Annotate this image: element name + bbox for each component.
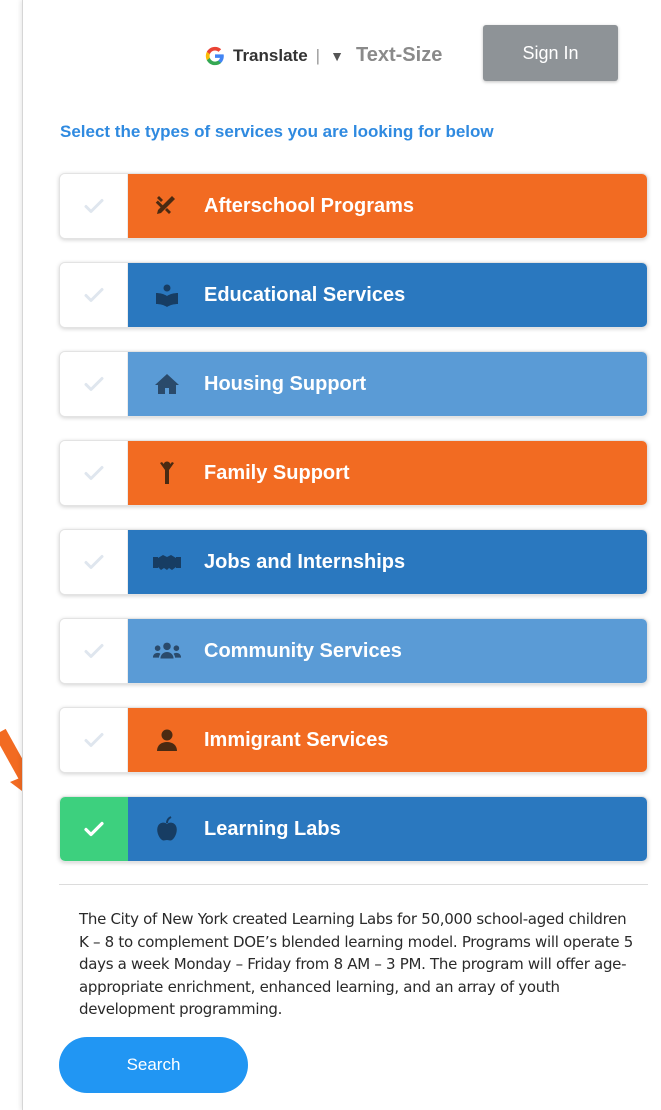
check-icon [84, 821, 104, 837]
service-label-area[interactable]: Educational Services [128, 263, 647, 327]
service-description: The City of New York created Learning La… [79, 910, 634, 1018]
check-icon [84, 288, 103, 302]
service-option-jobs-and-internships[interactable]: Jobs and Internships [59, 529, 648, 595]
reader-icon [152, 280, 182, 310]
check-icon [84, 644, 103, 658]
check-icon [84, 199, 103, 213]
service-option-immigrant-services[interactable]: Immigrant Services [59, 707, 648, 773]
service-checkbox[interactable] [60, 174, 128, 238]
service-label-area[interactable]: Afterschool Programs [128, 174, 647, 238]
check-icon [84, 377, 103, 391]
services-prompt: Select the types of services you are loo… [60, 122, 494, 141]
service-label-area[interactable]: Jobs and Internships [128, 530, 647, 594]
pencil-ruler-icon [152, 191, 182, 221]
service-option-community-services[interactable]: Community Services [59, 618, 648, 684]
handshake-icon [152, 547, 182, 577]
header: Translate | ▼ Text-Size Sign In [23, 0, 661, 100]
service-checkbox[interactable] [60, 619, 128, 683]
service-label: Family Support [204, 461, 350, 484]
service-option-family-support[interactable]: Family Support [59, 440, 648, 506]
service-label-area[interactable]: Housing Support [128, 352, 647, 416]
service-label: Housing Support [204, 372, 367, 395]
service-checkbox[interactable] [60, 797, 128, 861]
service-option-housing-support[interactable]: Housing Support [59, 351, 648, 417]
service-option-learning-labs[interactable]: Learning Labs [59, 796, 648, 862]
service-label-area[interactable]: Learning Labs [128, 797, 647, 861]
service-option-afterschool-programs[interactable]: Afterschool Programs [59, 173, 648, 239]
users-icon [152, 636, 182, 666]
service-label-area[interactable]: Community Services [128, 619, 647, 683]
service-label: Immigrant Services [204, 728, 389, 751]
service-label: Educational Services [204, 283, 406, 306]
services-list: Afterschool Programs Educational Service… [59, 173, 648, 885]
service-label: Afterschool Programs [204, 194, 415, 217]
service-label-area[interactable]: Immigrant Services [128, 708, 647, 772]
search-button[interactable]: Search [59, 1037, 248, 1093]
service-label-area[interactable]: Family Support [128, 441, 647, 505]
apple-icon [152, 814, 182, 844]
text-size-control[interactable]: Text-Size [356, 44, 442, 67]
translate-separator: | [315, 46, 321, 65]
user-icon [152, 725, 182, 755]
service-checkbox[interactable] [60, 441, 128, 505]
check-icon [84, 466, 103, 480]
child-icon [152, 458, 182, 488]
service-checkbox[interactable] [60, 352, 128, 416]
check-icon [84, 733, 103, 747]
section-divider [59, 884, 648, 885]
services-panel: Translate | ▼ Text-Size Sign In Select t… [22, 0, 661, 1110]
service-label: Jobs and Internships [204, 550, 406, 573]
service-checkbox[interactable] [60, 708, 128, 772]
service-checkbox[interactable] [60, 530, 128, 594]
sign-in-button[interactable]: Sign In [483, 25, 618, 81]
google-translate-widget[interactable]: Translate | ▼ [203, 42, 344, 70]
service-checkbox[interactable] [60, 263, 128, 327]
google-logo-icon [203, 44, 227, 68]
translate-label: Translate [233, 46, 308, 65]
service-option-educational-services[interactable]: Educational Services [59, 262, 648, 328]
chevron-down-icon[interactable]: ▼ [330, 48, 344, 64]
service-label: Learning Labs [204, 817, 341, 840]
house-icon [152, 369, 182, 399]
service-label: Community Services [204, 639, 402, 662]
check-icon [84, 555, 103, 569]
